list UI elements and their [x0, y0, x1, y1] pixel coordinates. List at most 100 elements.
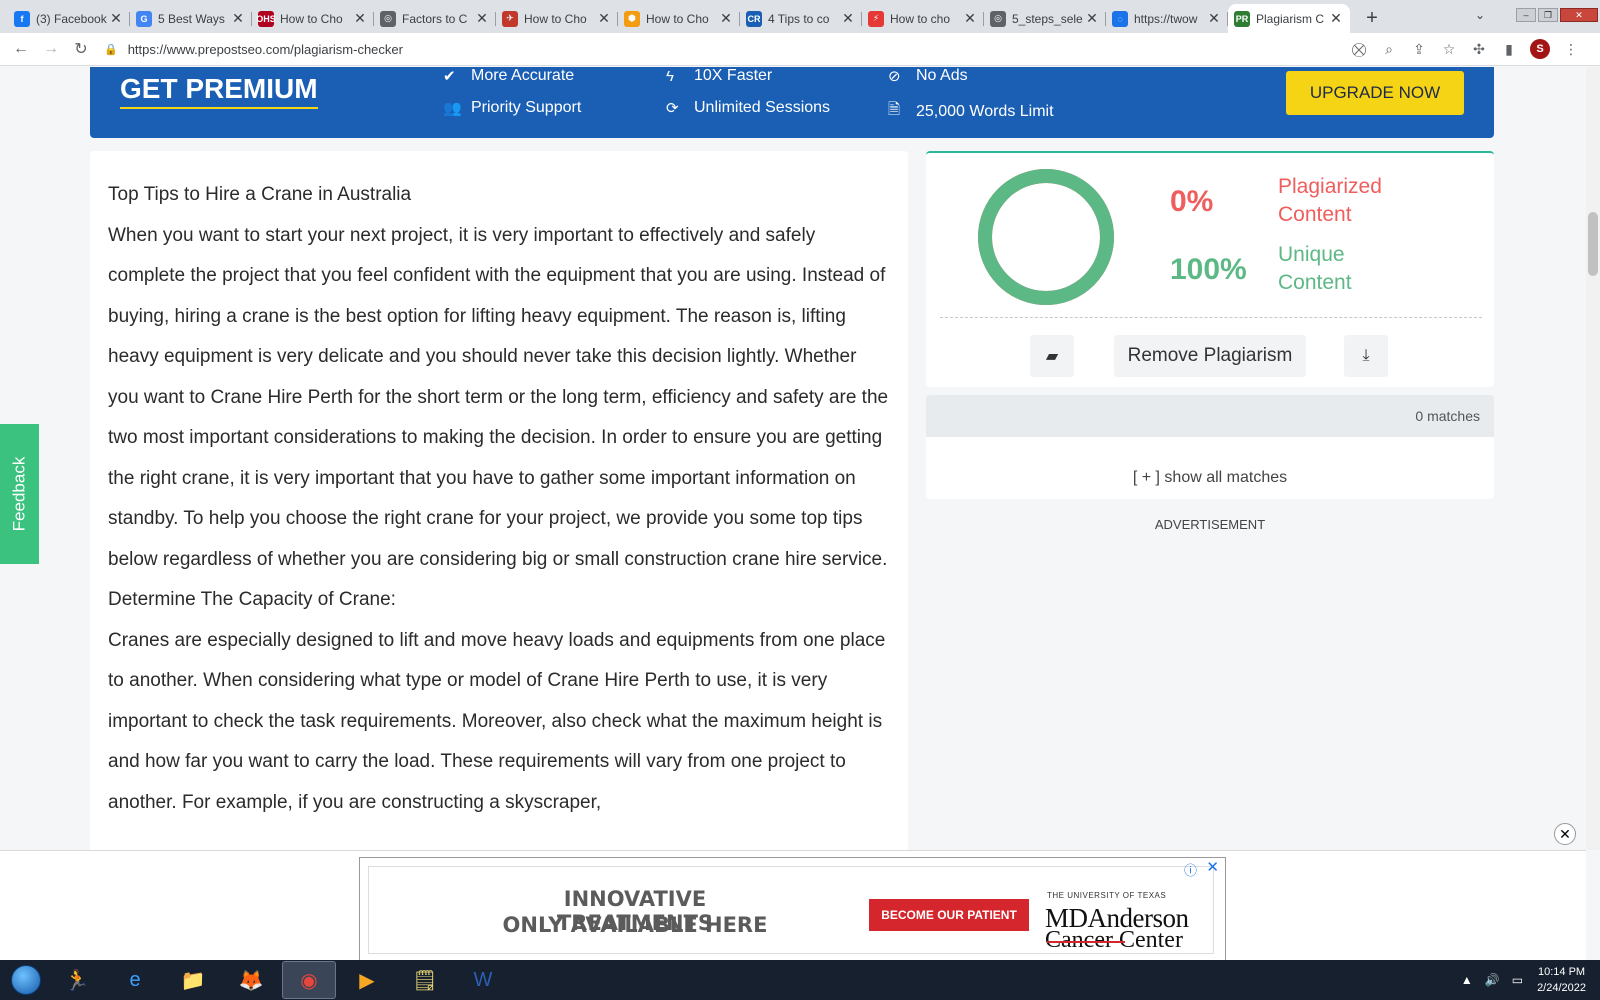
- forward-arrow-icon[interactable]: →: [36, 40, 66, 58]
- system-tray: ▲ 🔊 ▭ 10:14 PM 2/24/2022: [1455, 960, 1600, 1000]
- minimize-button[interactable]: –: [1516, 8, 1536, 22]
- browser-tab[interactable]: f (3) Facebook ✕: [8, 4, 130, 33]
- scrollbar-thumb[interactable]: [1588, 212, 1598, 276]
- taskbar-ie-icon[interactable]: e: [108, 961, 162, 999]
- bookmark-star-icon[interactable]: ☆: [1434, 41, 1464, 58]
- tab-close-icon[interactable]: ✕: [474, 10, 490, 27]
- browser-tab[interactable]: OHS How to Cho ✕: [252, 4, 374, 33]
- profile-avatar[interactable]: S: [1530, 39, 1550, 59]
- tab-close-icon[interactable]: ✕: [840, 10, 856, 27]
- lock-icon[interactable]: 🔒: [104, 43, 118, 56]
- network-icon[interactable]: ▭: [1512, 973, 1523, 987]
- show-all-matches-link[interactable]: [ + ] show all matches: [926, 469, 1494, 487]
- windows-logo-icon: [11, 965, 41, 995]
- plagiarized-label: Plagiarized Content: [1278, 175, 1382, 226]
- donut-unique-arc: [978, 169, 1114, 305]
- matches-count: 0 matches: [1415, 408, 1480, 424]
- hexagon-icon: ⬢: [624, 10, 640, 27]
- taskbar-notes-icon[interactable]: 🗒: [398, 961, 452, 999]
- tab-close-icon[interactable]: ✕: [108, 10, 124, 27]
- browser-tab[interactable]: G 5 Best Ways ✕: [130, 4, 252, 33]
- tab-close-icon[interactable]: ✕: [1206, 10, 1222, 27]
- prepostseo-icon: PR: [1234, 10, 1250, 27]
- users-icon: 👥: [443, 100, 462, 117]
- premium-feature: ✔ More Accurate: [443, 67, 575, 85]
- taskbar-word-icon[interactable]: W: [456, 961, 510, 999]
- tab-close-icon[interactable]: ✕: [718, 10, 734, 27]
- restore-button[interactable]: ❐: [1538, 8, 1558, 22]
- cookies-blocked-icon[interactable]: ⛒: [1344, 41, 1374, 58]
- upgrade-now-button[interactable]: UPGRADE NOW: [1286, 71, 1464, 115]
- menu-dots-icon[interactable]: ⋮: [1556, 41, 1586, 58]
- text-paragraph: Cranes are especially designed to lift a…: [108, 629, 886, 813]
- taskbar-chrome-icon[interactable]: ◉: [282, 961, 336, 999]
- taskbar-app-cs-icon[interactable]: 🏃: [50, 961, 104, 999]
- adchoices-icon[interactable]: ⓘ: [1184, 860, 1197, 879]
- tray-expand-icon[interactable]: ▲: [1461, 973, 1473, 987]
- browser-tab[interactable]: CR 4 Tips to co ✕: [740, 4, 862, 33]
- browser-tab[interactable]: ◎ Factors to C ✕: [374, 4, 496, 33]
- download-button[interactable]: ⤓: [1344, 335, 1388, 377]
- tab-close-icon[interactable]: ✕: [1328, 10, 1344, 27]
- tab-title: Plagiarism C: [1256, 11, 1325, 26]
- loading-icon: ◌: [1112, 10, 1128, 27]
- browser-tab[interactable]: PR Plagiarism C ✕: [1228, 4, 1350, 33]
- globe-icon: ◎: [990, 10, 1006, 27]
- ad-logo-stroke: [1047, 941, 1125, 943]
- start-button[interactable]: [6, 960, 46, 1000]
- tab-close-icon[interactable]: ✕: [230, 10, 246, 27]
- ad-cta-button[interactable]: BECOME OUR PATIENT: [869, 899, 1029, 931]
- clock-time: 10:14 PM: [1537, 966, 1586, 978]
- premium-banner: GET PREMIUM ✔ More Accurate ϟ 10X Faster…: [90, 67, 1494, 138]
- tab-close-icon[interactable]: ✕: [352, 10, 368, 27]
- extensions-puzzle-icon[interactable]: ✣: [1464, 41, 1494, 58]
- feedback-tab[interactable]: Feedback: [0, 424, 39, 564]
- bolt-icon: ⚡: [868, 10, 884, 27]
- browser-tab[interactable]: ✈ How to Cho ✕: [496, 4, 618, 33]
- browser-tab[interactable]: ⬢ How to Cho ✕: [618, 4, 740, 33]
- tab-close-icon[interactable]: ✕: [596, 10, 612, 27]
- remove-plagiarism-button[interactable]: Remove Plagiarism: [1114, 335, 1306, 377]
- window-close-button[interactable]: ✕: [1560, 8, 1598, 22]
- matches-header: 0 matches: [926, 395, 1494, 437]
- ad-bar-close-icon[interactable]: ✕: [1554, 823, 1576, 845]
- tab-title: How to cho: [890, 11, 951, 26]
- tab-close-icon[interactable]: ✕: [1084, 10, 1100, 27]
- side-panel-icon[interactable]: ▮: [1494, 41, 1524, 58]
- tab-search-chevron-icon[interactable]: ⌄: [1466, 8, 1494, 22]
- clock[interactable]: 10:14 PM 2/24/2022: [1537, 964, 1586, 996]
- premium-feature: 🗎 25,000 Words Limit: [888, 99, 1054, 124]
- tab-title: Factors to C: [402, 11, 468, 26]
- tab-close-icon[interactable]: ✕: [962, 10, 978, 27]
- url-field[interactable]: 🔒 https://www.prepostseo.com/plagiarism-…: [104, 35, 1344, 63]
- taskbar-explorer-icon[interactable]: 📁: [166, 961, 220, 999]
- clock-date: 2/24/2022: [1537, 982, 1586, 994]
- text-editor[interactable]: Top Tips to Hire a Crane in Australia Wh…: [90, 151, 908, 850]
- back-arrow-icon[interactable]: ←: [6, 40, 36, 58]
- text-paragraph: Determine The Capacity of Crane:: [108, 589, 396, 610]
- report-book-button[interactable]: ▰: [1030, 335, 1074, 377]
- uniqueness-donut-chart: [978, 169, 1114, 305]
- ad-close-icon[interactable]: ✕: [1206, 858, 1219, 876]
- browser-tab[interactable]: ◎ 5_steps_sele ✕: [984, 4, 1106, 33]
- zoom-icon[interactable]: ⌕: [1374, 41, 1404, 58]
- taskbar-firefox-icon[interactable]: 🦊: [224, 961, 278, 999]
- browser-tab[interactable]: ⚡ How to cho ✕: [862, 4, 984, 33]
- result-panel: 0% Plagiarized Content 100% Unique Conte…: [926, 151, 1494, 387]
- volume-icon[interactable]: 🔊: [1485, 973, 1500, 987]
- page-scrollbar[interactable]: [1586, 67, 1600, 850]
- unique-label: Unique Content: [1278, 243, 1352, 294]
- browser-tab[interactable]: ◌ https://twow ✕: [1106, 4, 1228, 33]
- reload-icon[interactable]: ↻: [66, 39, 96, 59]
- url-text: https://www.prepostseo.com/plagiarism-ch…: [127, 41, 403, 57]
- new-tab-button[interactable]: +: [1358, 4, 1386, 32]
- taskbar-media-icon[interactable]: ▶: [340, 961, 394, 999]
- text-paragraph: When you want to start your next project…: [108, 224, 889, 570]
- ad-banner[interactable]: INNOVATIVE TREATMENTS ONLY AVAILABLE HER…: [368, 866, 1214, 954]
- share-icon[interactable]: ⇪: [1404, 41, 1434, 58]
- crane-icon: ✈: [502, 10, 518, 27]
- ohs-icon: OHS: [256, 10, 276, 27]
- tab-title: 5_steps_sele: [1012, 11, 1083, 26]
- bottom-ad-bar: ✕ INNOVATIVE TREATMENTS ONLY AVAILABLE H…: [0, 823, 1586, 963]
- premium-feature: ϟ 10X Faster: [666, 67, 773, 85]
